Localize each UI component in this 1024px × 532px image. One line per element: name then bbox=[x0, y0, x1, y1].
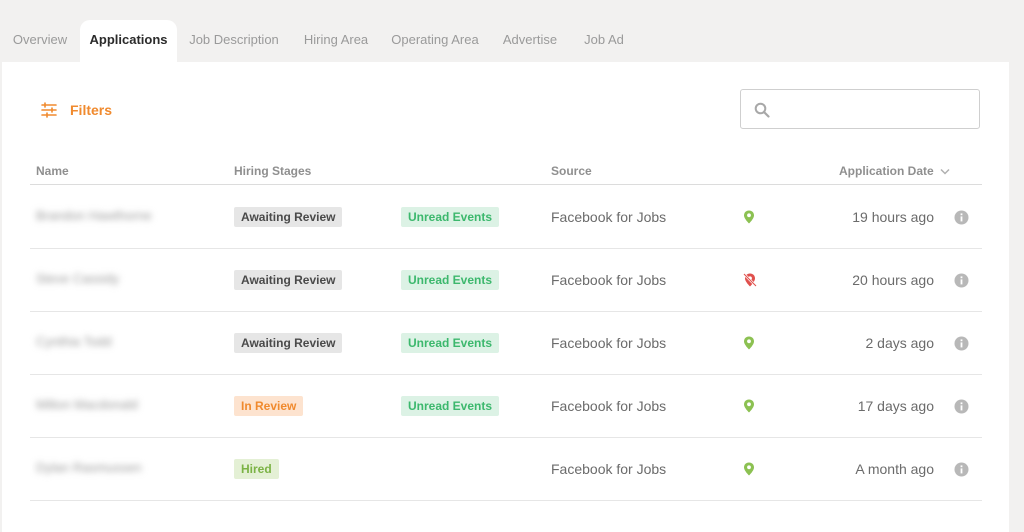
hiring-stage-badge: In Review bbox=[234, 396, 304, 416]
source-label: Facebook for Jobs bbox=[551, 209, 667, 225]
info-icon[interactable] bbox=[954, 210, 969, 230]
info-icon[interactable] bbox=[954, 399, 969, 419]
applicant-name[interactable]: Brandon Hawthorne bbox=[36, 208, 152, 223]
hiring-stage-badge: Awaiting Review bbox=[234, 270, 343, 290]
row-divider bbox=[30, 500, 982, 501]
info-icon[interactable] bbox=[954, 273, 969, 293]
application-date: 17 days ago bbox=[857, 398, 934, 414]
unread-events-badge: Unread Events bbox=[401, 270, 500, 290]
application-date: 19 hours ago bbox=[852, 209, 934, 225]
hiring-stage-badge: Awaiting Review bbox=[234, 207, 343, 227]
applicant-name[interactable]: Milton Macdonald bbox=[36, 397, 138, 412]
unread-events-badge: Unread Events bbox=[401, 396, 500, 416]
chevron-down-icon bbox=[940, 164, 950, 178]
tab-job-ad[interactable]: Job Ad bbox=[576, 20, 632, 62]
table-row[interactable]: Cynthia Todd Awaiting Review Unread Even… bbox=[0, 312, 1024, 374]
info-icon[interactable] bbox=[954, 336, 969, 356]
source-label: Facebook for Jobs bbox=[551, 335, 667, 351]
map-pin-icon bbox=[743, 336, 755, 355]
map-pin-icon bbox=[743, 462, 755, 481]
applicant-name[interactable]: Steve Cassidy bbox=[36, 271, 119, 286]
tab-operating-area[interactable]: Operating Area bbox=[385, 20, 485, 62]
map-pin-icon bbox=[743, 399, 755, 418]
application-date: 2 days ago bbox=[865, 335, 935, 351]
tab-applications[interactable]: Applications bbox=[80, 20, 177, 62]
search-input[interactable] bbox=[779, 92, 973, 128]
applicant-name[interactable]: Dylan Rasmussen bbox=[36, 460, 142, 475]
source-label: Facebook for Jobs bbox=[551, 398, 667, 414]
column-header-name: Name bbox=[36, 164, 69, 178]
search-box bbox=[740, 89, 980, 129]
header-divider bbox=[30, 184, 982, 185]
unread-events-badge: Unread Events bbox=[401, 207, 500, 227]
application-date: 20 hours ago bbox=[852, 272, 934, 288]
tab-overview[interactable]: Overview bbox=[2, 20, 78, 62]
column-header-application-date[interactable]: Application Date bbox=[839, 164, 950, 178]
tab-job-description[interactable]: Job Description bbox=[180, 20, 288, 62]
source-label: Facebook for Jobs bbox=[551, 461, 667, 477]
hiring-stage-badge: Awaiting Review bbox=[234, 333, 343, 353]
table-row[interactable]: Brandon Hawthorne Awaiting Review Unread… bbox=[0, 186, 1024, 248]
application-date: A month ago bbox=[855, 461, 934, 477]
map-pin-off-icon bbox=[743, 273, 757, 292]
applicant-name[interactable]: Cynthia Todd bbox=[36, 334, 112, 349]
column-header-hiring-stages: Hiring Stages bbox=[234, 164, 312, 178]
tab-bar: Overview Applications Job Description Hi… bbox=[0, 0, 1024, 62]
table-row[interactable]: Dylan Rasmussen Hired Facebook for Jobs … bbox=[0, 438, 1024, 500]
source-label: Facebook for Jobs bbox=[551, 272, 667, 288]
sliders-icon bbox=[40, 102, 58, 118]
column-header-source: Source bbox=[551, 164, 592, 178]
info-icon[interactable] bbox=[954, 462, 969, 482]
table-row[interactable]: Milton Macdonald In Review Unread Events… bbox=[0, 375, 1024, 437]
tab-hiring-area[interactable]: Hiring Area bbox=[294, 20, 378, 62]
hiring-stage-badge: Hired bbox=[234, 459, 279, 479]
application-date-label: Application Date bbox=[839, 164, 934, 178]
tab-advertise[interactable]: Advertise bbox=[494, 20, 566, 62]
table-row[interactable]: Steve Cassidy Awaiting Review Unread Eve… bbox=[0, 249, 1024, 311]
filters-button[interactable]: Filters bbox=[40, 100, 112, 120]
filters-label: Filters bbox=[70, 102, 113, 118]
search-icon bbox=[754, 102, 770, 123]
map-pin-icon bbox=[743, 210, 755, 229]
unread-events-badge: Unread Events bbox=[401, 333, 500, 353]
